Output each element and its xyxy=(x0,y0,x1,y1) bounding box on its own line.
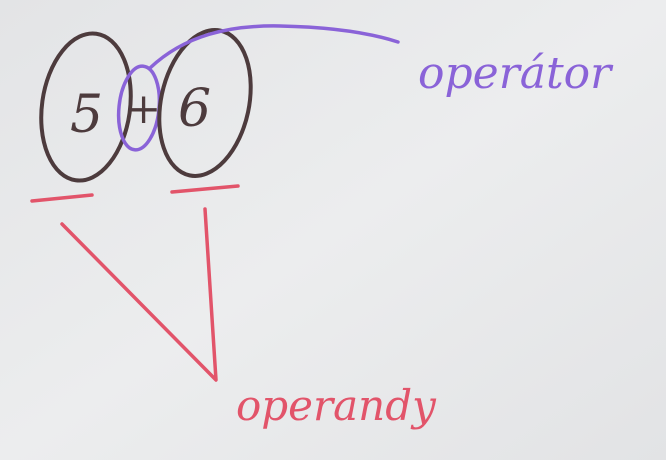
operator-text: + xyxy=(126,84,161,133)
whiteboard-photo: 5 + 6 operátor operandy xyxy=(0,0,666,460)
operands-label: operandy xyxy=(236,381,437,430)
right-operand-text: 6 xyxy=(178,79,211,139)
operator-label: operátor xyxy=(418,48,614,99)
left-operand-text: 5 xyxy=(70,85,103,145)
